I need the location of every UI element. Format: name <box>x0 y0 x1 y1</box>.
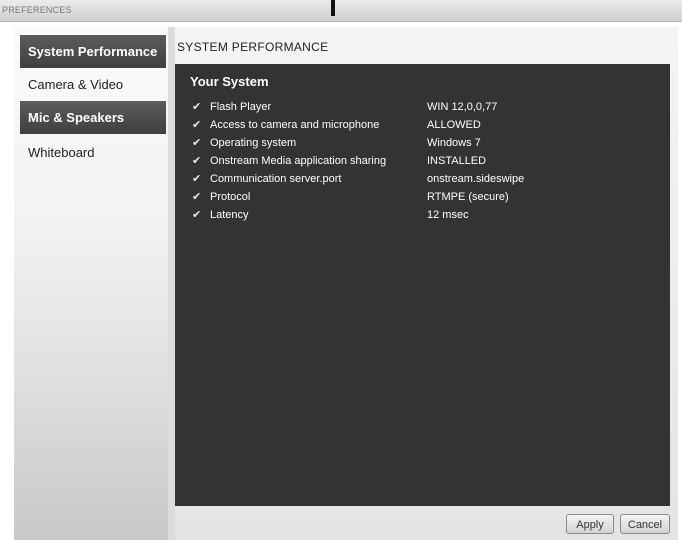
sidebar-item-whiteboard[interactable]: Whiteboard <box>20 136 166 169</box>
list-item: ✔ Protocol RTMPE (secure) <box>175 189 670 207</box>
title-bar: PREFERENCES <box>0 0 682 22</box>
system-info-panel: Your System ✔ Flash Player WIN 12,0,0,77… <box>175 64 670 506</box>
row-value: INSTALLED <box>427 155 487 167</box>
sidebar-item-system-performance[interactable]: System Performance <box>20 35 166 68</box>
list-item: ✔ Operating system Windows 7 <box>175 135 670 153</box>
list-item: ✔ Onstream Media application sharing INS… <box>175 153 670 171</box>
checkmark-icon: ✔ <box>192 209 202 221</box>
row-value: RTMPE (secure) <box>427 191 509 203</box>
row-value: 12 msec <box>427 209 469 221</box>
checkmark-icon: ✔ <box>192 119 202 131</box>
text-cursor <box>331 0 335 16</box>
sidebar: System Performance Camera & Video Mic & … <box>14 27 168 540</box>
main-content: SYSTEM PERFORMANCE Your System ✔ Flash P… <box>175 27 678 540</box>
row-label: Access to camera and microphone <box>210 119 380 131</box>
window-title: PREFERENCES <box>2 5 72 15</box>
apply-button[interactable]: Apply <box>566 514 614 534</box>
row-value: WIN 12,0,0,77 <box>427 101 498 113</box>
section-title: SYSTEM PERFORMANCE <box>177 40 329 54</box>
row-label: Operating system <box>210 137 297 149</box>
row-label: Protocol <box>210 191 251 203</box>
checkmark-icon: ✔ <box>192 191 202 203</box>
panel-heading: Your System <box>190 74 269 89</box>
row-label: Latency <box>210 209 249 221</box>
checkmark-icon: ✔ <box>192 173 202 185</box>
row-label: Onstream Media application sharing <box>210 155 387 167</box>
sidebar-item-camera-video[interactable]: Camera & Video <box>20 68 166 101</box>
checkmark-icon: ✔ <box>192 155 202 167</box>
checkmark-icon: ✔ <box>192 101 202 113</box>
cancel-button[interactable]: Cancel <box>620 514 670 534</box>
list-item: ✔ Flash Player WIN 12,0,0,77 <box>175 99 670 117</box>
list-item: ✔ Latency 12 msec <box>175 207 670 225</box>
checkmark-icon: ✔ <box>192 137 202 149</box>
row-label: Communication server.port <box>210 173 342 185</box>
list-item: ✔ Communication server.port onstream.sid… <box>175 171 670 189</box>
row-value: Windows 7 <box>427 137 481 149</box>
preferences-dialog: System Performance Camera & Video Mic & … <box>14 27 678 540</box>
row-label: Flash Player <box>210 101 272 113</box>
list-item: ✔ Access to camera and microphone ALLOWE… <box>175 117 670 135</box>
sidebar-item-mic-speakers[interactable]: Mic & Speakers <box>20 101 166 134</box>
system-info-list: ✔ Flash Player WIN 12,0,0,77 ✔ Access to… <box>175 99 670 225</box>
row-value: onstream.sideswipe <box>427 173 525 185</box>
row-value: ALLOWED <box>427 119 481 131</box>
